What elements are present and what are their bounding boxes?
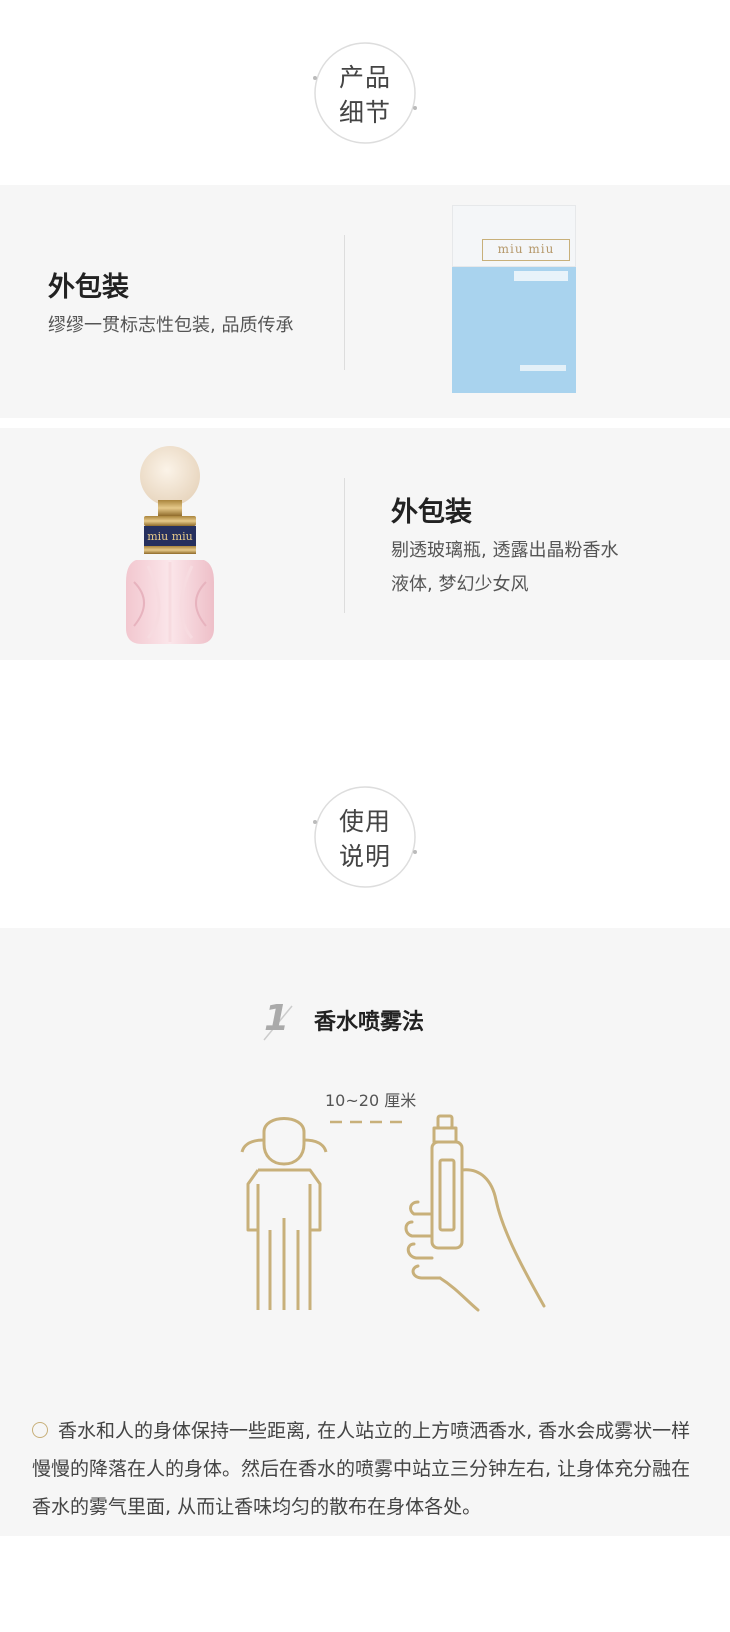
feature-title: 外包装 [48,272,129,303]
feature-description-line1: 剔透玻璃瓶, 透露出晶粉香水 [391,540,619,561]
hand-spray-illustration [404,1114,546,1312]
step-title: 香水喷雾法 [314,1010,425,1035]
feature-card-bottle: miu miu 外包装 剔透玻璃瓶, 透露出晶粉香水 液体, 梦幻少女风 [0,428,730,660]
distance-label: 10~20 厘米 [325,1091,417,1110]
bullet-circle-icon [32,1422,48,1438]
feature-card-box: 外包装 缪缪一贯标志性包装, 品质传承 miu miu [0,185,730,418]
step-number: 1 [264,998,290,1039]
section-header-product-details: 产品 细节 [310,38,420,148]
feature-title: 外包装 [391,497,472,528]
usage-paragraph: 香水和人的身体保持一些距离, 在人站立的上方喷洒香水, 香水会成雾状一样慢慢的降… [32,1412,704,1526]
section-title-line1: 产品 [338,63,391,92]
section-title-line2: 说明 [338,842,391,871]
section-header-usage: 使用 说明 [310,782,420,892]
section-title-line1: 使用 [338,807,391,836]
product-box-image: miu miu [452,205,576,393]
feature-description: 缪缪一贯标志性包装, 品质传承 [48,315,294,336]
perfume-bottle-image: miu miu [126,446,214,644]
divider [344,478,345,613]
brand-logo: miu miu [482,239,570,261]
person-illustration [240,1117,328,1310]
divider [344,235,345,370]
bottle-brand-text: miu miu [147,530,193,543]
feature-description-line2: 液体, 梦幻少女风 [391,574,529,595]
section-title-line2: 细节 [338,98,391,127]
usage-text: 香水和人的身体保持一些距离, 在人站立的上方喷洒香水, 香水会成雾状一样慢慢的降… [32,1420,691,1518]
